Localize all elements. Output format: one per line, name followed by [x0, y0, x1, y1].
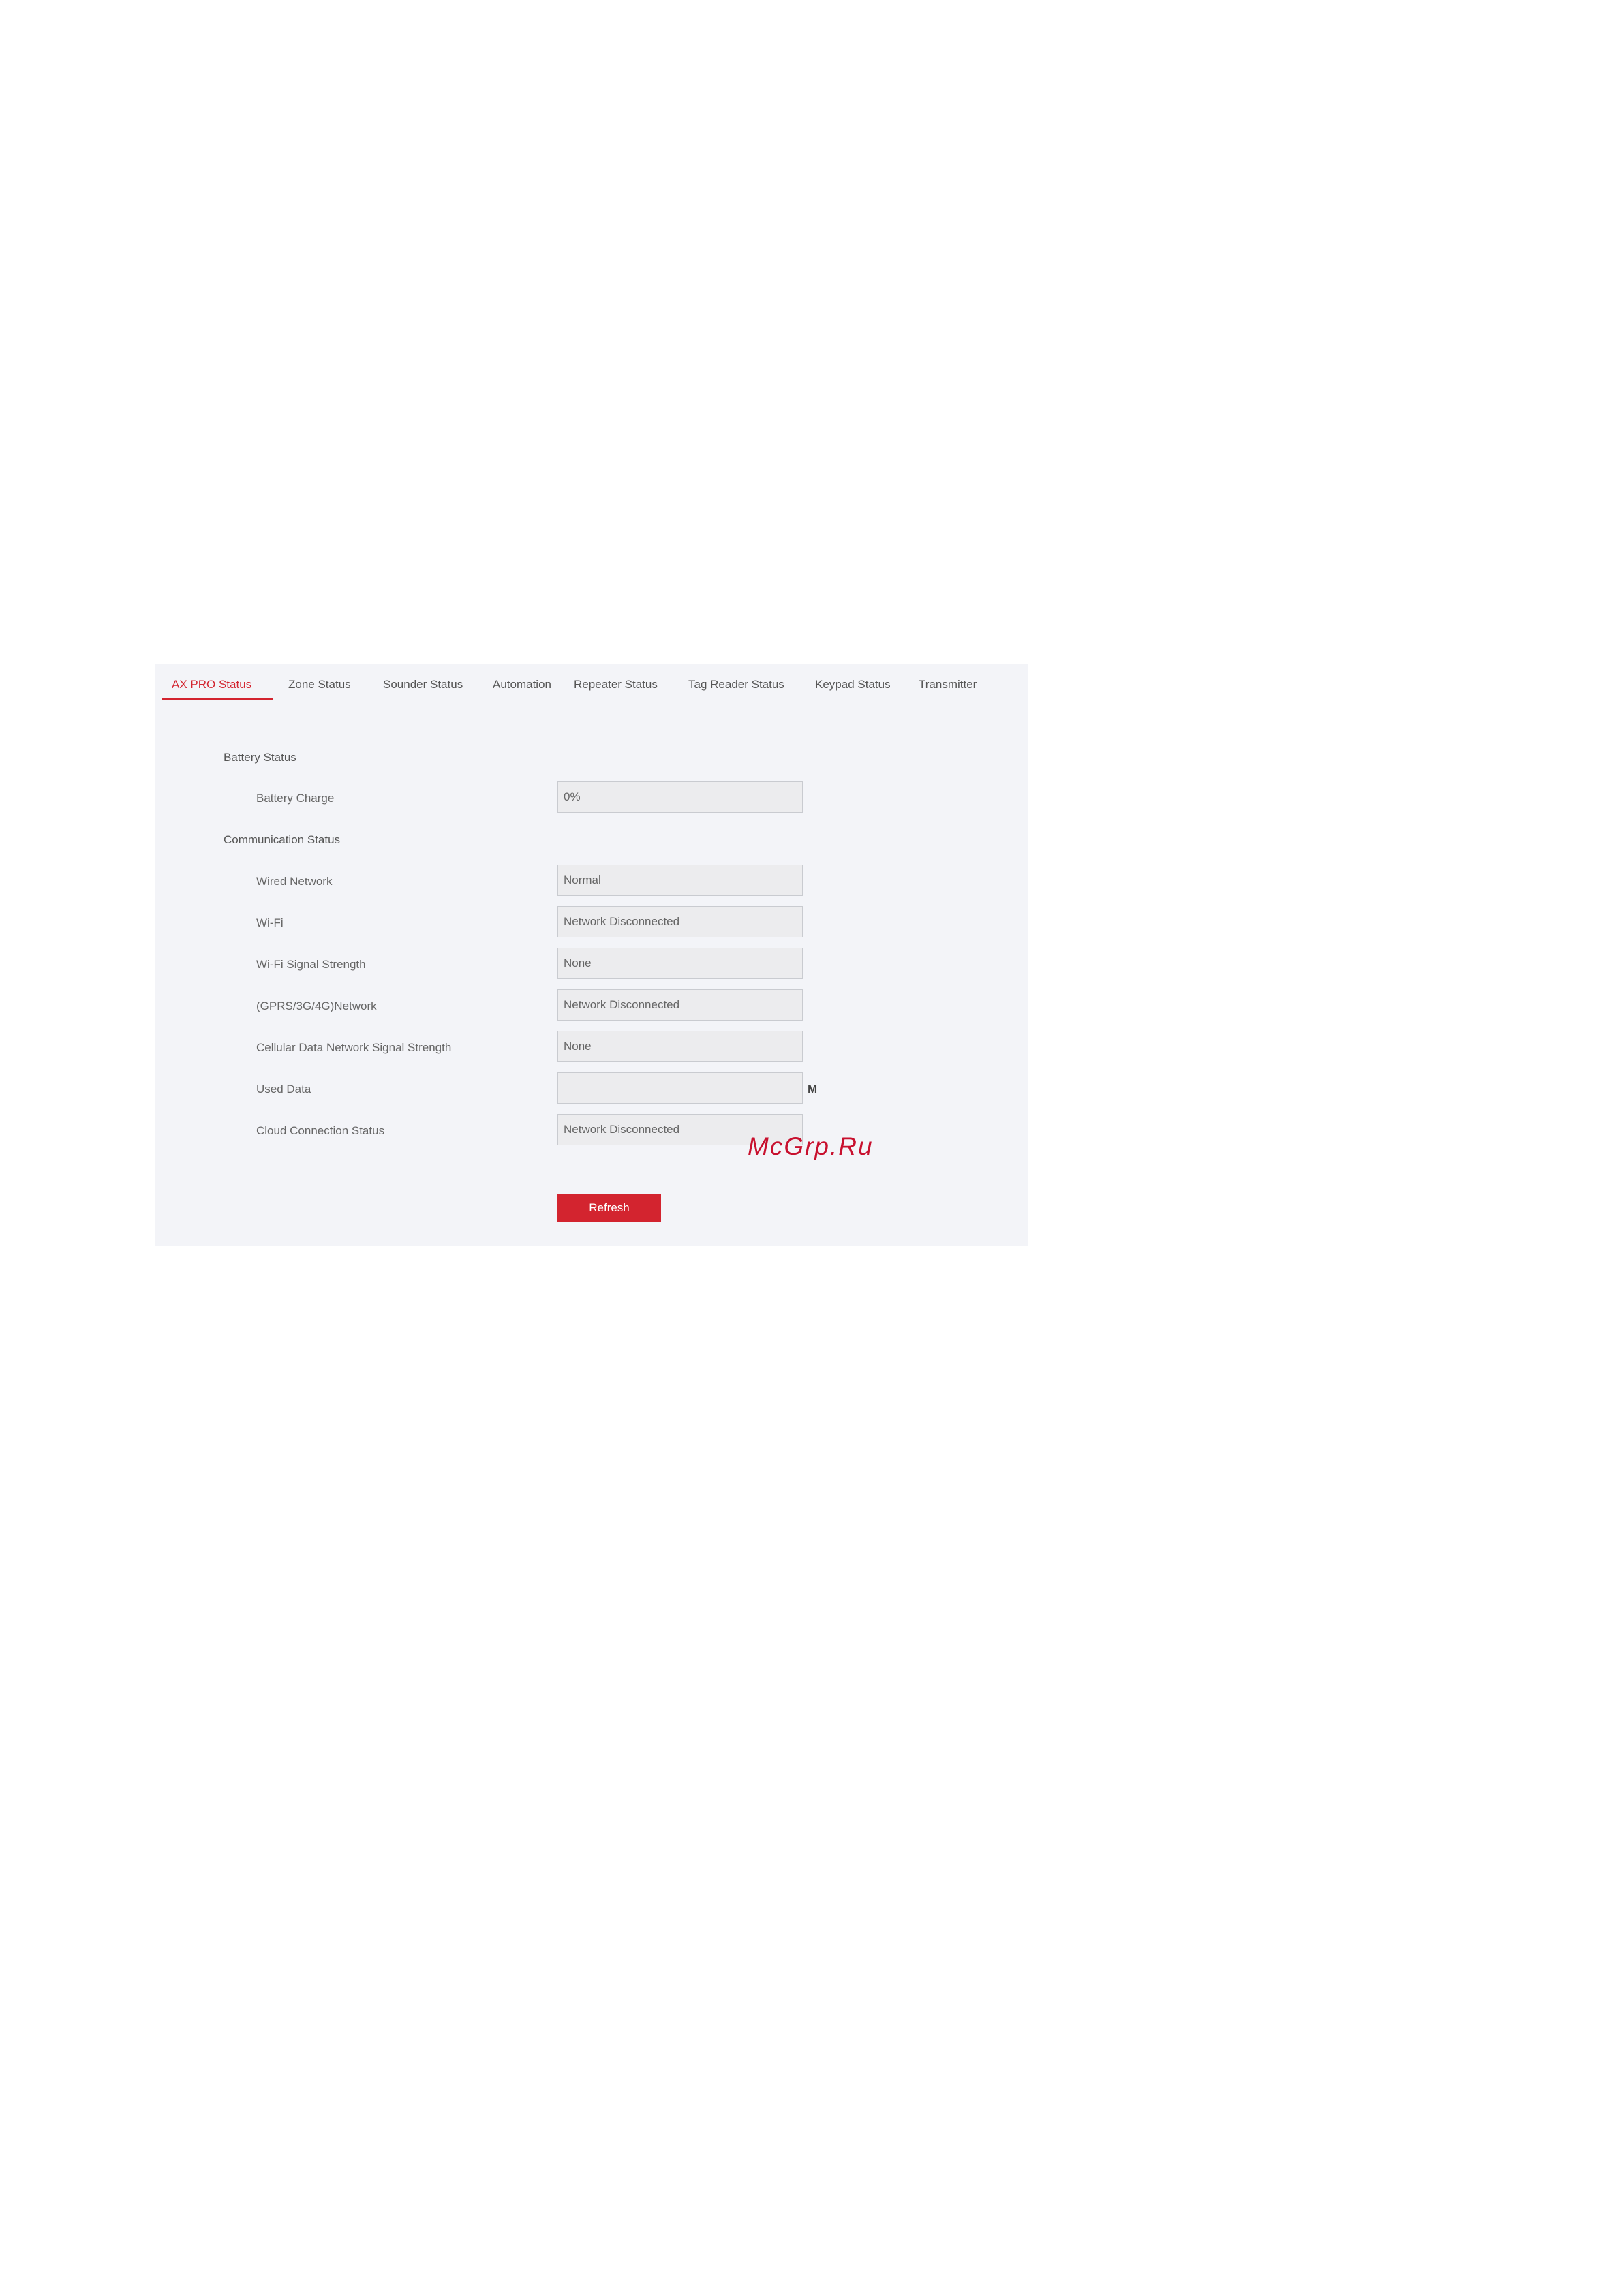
tab-bar: AX PRO Status Zone Status Sounder Status… — [162, 664, 1028, 700]
status-panel: AX PRO Status Zone Status Sounder Status… — [155, 664, 1028, 1246]
wifi-signal-strength-field: None — [557, 948, 803, 979]
tab-sounder-status[interactable]: Sounder Status — [383, 678, 463, 692]
active-tab-indicator — [162, 698, 273, 700]
wired-network-field: Normal — [557, 865, 803, 896]
tab-zone-status[interactable]: Zone Status — [288, 678, 351, 692]
communication-status-heading: Communication Status — [224, 833, 341, 846]
refresh-button[interactable]: Refresh — [557, 1194, 661, 1222]
cloud-connection-label: Cloud Connection Status — [256, 1124, 385, 1137]
wifi-signal-strength-label: Wi-Fi Signal Strength — [256, 958, 366, 971]
wifi-label: Wi-Fi — [256, 916, 284, 929]
cellular-signal-strength-field: None — [557, 1031, 803, 1062]
tab-tag-reader-status[interactable]: Tag Reader Status — [688, 678, 784, 692]
used-data-field — [557, 1072, 803, 1104]
watermark: McGrp.Ru — [748, 1132, 874, 1160]
tab-automation[interactable]: Automation — [493, 678, 551, 692]
used-data-label: Used Data — [256, 1083, 311, 1096]
battery-charge-field: 0% — [557, 781, 803, 813]
wired-network-label: Wired Network — [256, 875, 333, 888]
cellular-signal-strength-label: Cellular Data Network Signal Strength — [256, 1041, 452, 1054]
wifi-field: Network Disconnected — [557, 906, 803, 937]
cellular-network-label: (GPRS/3G/4G)Network — [256, 999, 377, 1012]
tab-keypad-status[interactable]: Keypad Status — [815, 678, 891, 692]
cellular-network-field: Network Disconnected — [557, 989, 803, 1021]
battery-status-heading: Battery Status — [224, 751, 296, 764]
tab-transmitter[interactable]: Transmitter — [919, 678, 977, 692]
tab-repeater-status[interactable]: Repeater Status — [574, 678, 658, 692]
battery-charge-label: Battery Charge — [256, 792, 335, 805]
tab-ax-pro-status[interactable]: AX PRO Status — [172, 678, 251, 692]
used-data-unit: M — [808, 1083, 818, 1096]
